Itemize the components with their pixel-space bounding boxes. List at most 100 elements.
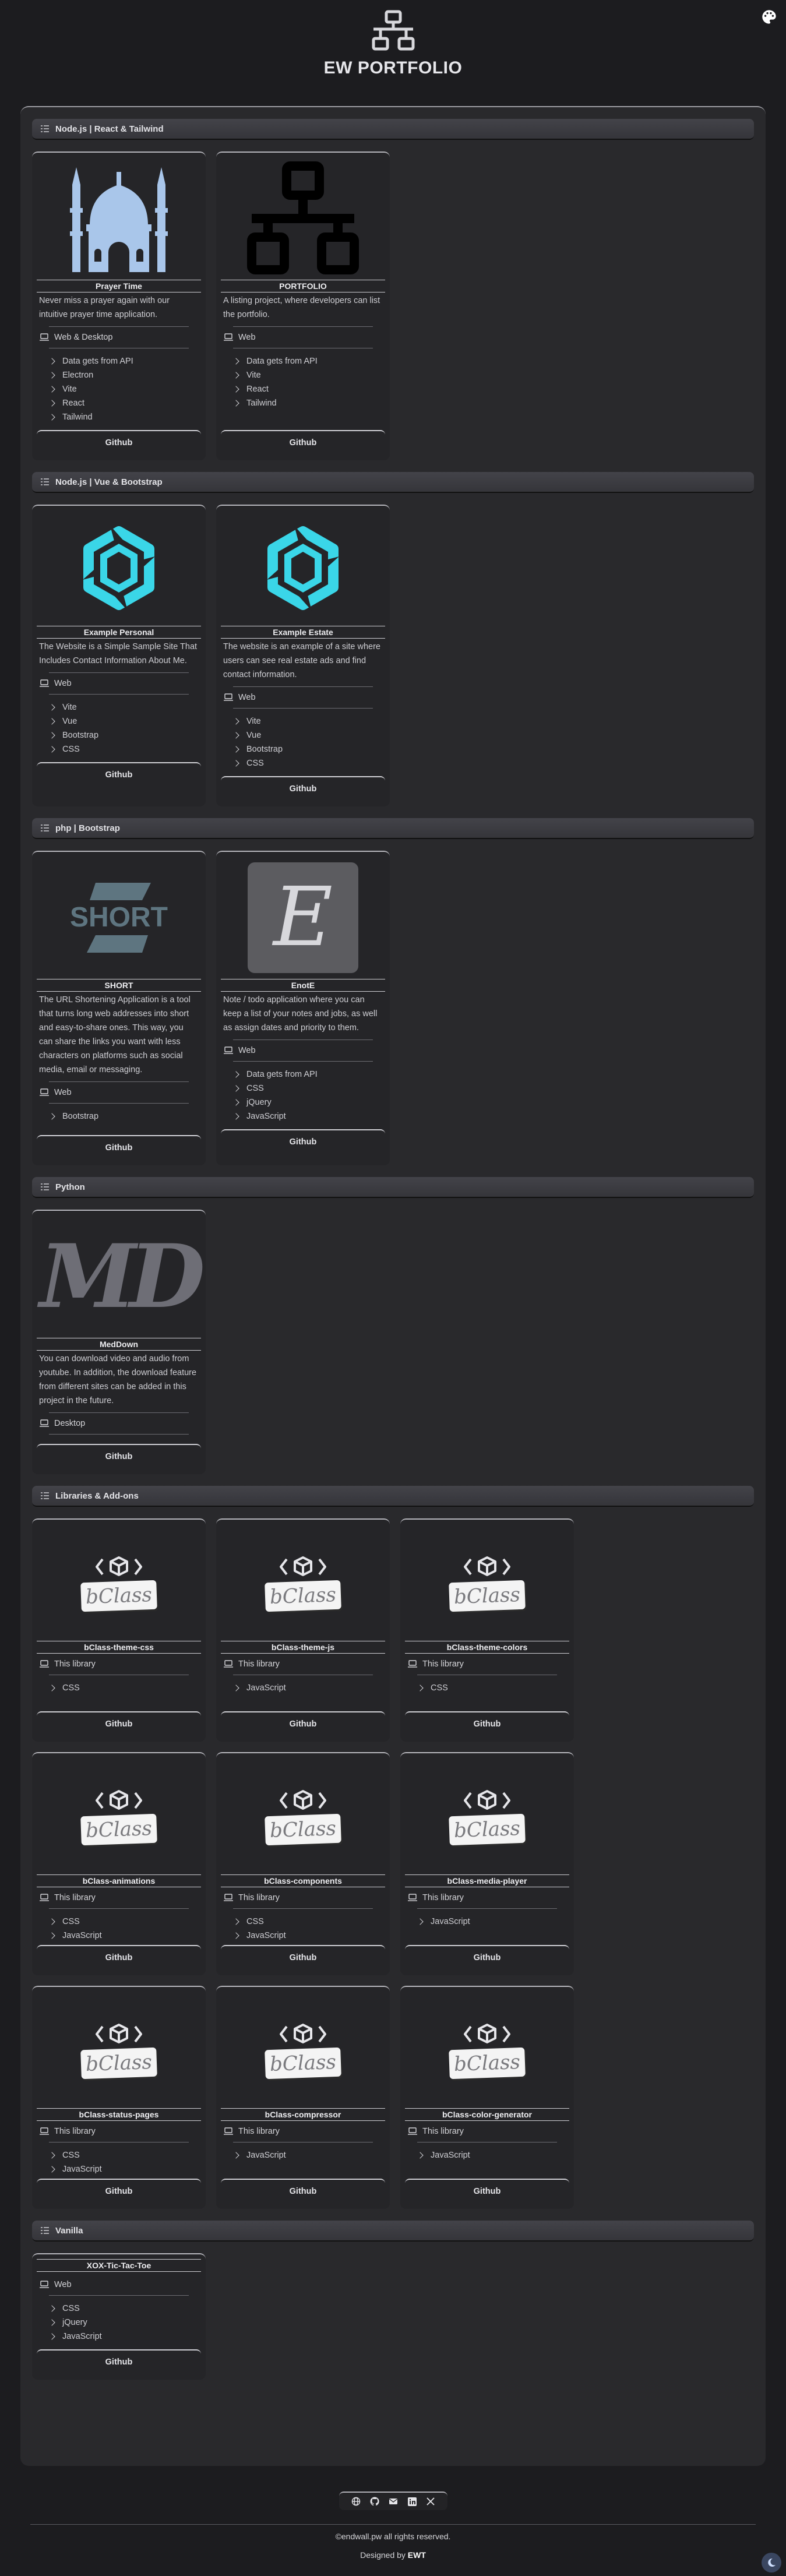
github-link[interactable]: Github: [221, 1711, 385, 1735]
tech-item: Tailwind: [46, 410, 201, 424]
tech-item: React: [230, 382, 385, 396]
library-card: bClass bClass-theme-js This library JavaScr…: [216, 1518, 390, 1742]
platform-label: This library: [54, 1659, 96, 1669]
chevron-right-icon: [48, 400, 55, 407]
github-link[interactable]: Github: [221, 2179, 385, 2202]
section-title: Libraries & Add-ons: [55, 1490, 139, 1501]
x-icon[interactable]: [425, 2496, 436, 2507]
tech-item: JavaScript: [46, 2330, 201, 2344]
project-card-prayer-time: Prayer Time Never miss a prayer again wi…: [32, 151, 206, 460]
github-link[interactable]: Github: [221, 430, 385, 453]
platform-row: This library: [221, 2124, 385, 2138]
platform-row: Web: [221, 1044, 385, 1058]
github-link[interactable]: Github: [37, 1135, 201, 1158]
chevron-right-icon: [232, 1113, 239, 1120]
site-title: EW PORTFOLIO: [323, 58, 463, 77]
chevron-right-icon: [417, 2152, 424, 2159]
chevron-right-icon: [48, 2152, 55, 2159]
github-link[interactable]: Github: [405, 1945, 569, 1968]
site-footer: ©endwall.pw all rights reserved. Designe…: [0, 2485, 786, 2576]
github-link[interactable]: Github: [37, 2349, 201, 2373]
designed-by-text: Designed by EWT: [0, 2550, 786, 2560]
github-icon[interactable]: [369, 2496, 380, 2507]
github-link[interactable]: Github: [37, 2179, 201, 2202]
paint-palette-button[interactable]: [759, 7, 779, 27]
card-description: The URL Shortening Application is a tool…: [39, 995, 191, 1074]
section-header-php-bootstrap: php | Bootstrap: [32, 818, 754, 839]
laptop-icon: [224, 1894, 233, 1901]
bclass-badge: bClass: [265, 2047, 341, 2080]
chevron-right-icon: [417, 1918, 424, 1925]
card-title: bClass-theme-css: [37, 1641, 201, 1654]
platform-label: This library: [238, 1893, 280, 1902]
project-card-xox: XOX-Tic-Tac-Toe Web CSS jQuery JavaScrip…: [32, 2253, 206, 2380]
tech-list: CSS: [405, 1679, 569, 1709]
divider: [49, 2295, 189, 2296]
meddown-logo: MD: [39, 1225, 205, 1328]
laptop-icon: [40, 2281, 49, 2288]
chevron-right-icon: [232, 2152, 239, 2159]
divider: [49, 672, 189, 673]
divider: [49, 694, 189, 695]
platform-row: This library: [37, 1657, 201, 1671]
bclass-badge: bClass: [80, 2047, 157, 2080]
platform-label: This library: [54, 1893, 96, 1902]
card-description: Never miss a prayer again with our intui…: [39, 296, 170, 319]
mosque-icon: [37, 157, 201, 280]
github-link[interactable]: Github: [37, 430, 201, 453]
bclass-logo: bClass: [37, 1992, 201, 2108]
svg-text:SHORT: SHORT: [70, 902, 168, 933]
github-link[interactable]: Github: [405, 2179, 569, 2202]
globe-icon[interactable]: [351, 2496, 361, 2507]
laptop-icon: [224, 1046, 233, 1054]
tech-list: Vite Vue Bootstrap CSS: [37, 698, 201, 756]
chevron-right-icon: [232, 372, 239, 379]
palette-icon: [762, 10, 776, 24]
bclass-badge: bClass: [265, 1580, 341, 1612]
social-links: [339, 2492, 447, 2510]
code-cube-icon: [96, 1556, 142, 1576]
github-link[interactable]: Github: [221, 1129, 385, 1153]
github-link[interactable]: Github: [405, 1711, 569, 1735]
card-title: bClass-components: [221, 1874, 385, 1887]
platform-row: This library: [221, 1657, 385, 1671]
tech-list: CSS JavaScript: [37, 2146, 201, 2176]
bclass-badge: bClass: [449, 2047, 526, 2080]
mail-icon[interactable]: [388, 2496, 399, 2507]
github-link[interactable]: Github: [37, 762, 201, 785]
github-link[interactable]: Github: [221, 776, 385, 799]
card-title: bClass-media-player: [405, 1874, 569, 1887]
github-link[interactable]: Github: [37, 1945, 201, 1968]
portfolio-container: Node.js | React & Tailwind Prayer Time N…: [20, 106, 766, 2466]
chevron-right-icon: [417, 1685, 424, 1692]
chevron-right-icon: [232, 718, 239, 725]
project-grid: SHORT SHORT The URL Shortening Applicati…: [32, 851, 754, 1165]
section-header-vanilla: Vanilla: [32, 2221, 754, 2242]
github-link[interactable]: Github: [37, 1444, 201, 1467]
linkedin-icon[interactable]: [407, 2496, 417, 2507]
tech-list: CSS JavaScript: [221, 1912, 385, 1943]
list-icon: [41, 1183, 49, 1190]
hexagon-logo-icon: [37, 510, 201, 626]
divider: [49, 1103, 189, 1104]
github-link[interactable]: Github: [37, 1711, 201, 1735]
card-description: You can download video and audio from yo…: [39, 1354, 197, 1405]
hexagon-logo-icon: [221, 510, 385, 626]
platform-label: Web: [238, 1046, 256, 1055]
tech-item: Vue: [46, 714, 201, 728]
platform-row: This library: [37, 1891, 201, 1905]
tech-item: Vite: [46, 382, 201, 396]
github-link[interactable]: Github: [221, 1945, 385, 1968]
theme-toggle-button[interactable]: [762, 2553, 781, 2573]
tech-item: CSS: [46, 2302, 201, 2316]
designer-name[interactable]: EWT: [408, 2550, 426, 2560]
bclass-logo: bClass: [37, 1524, 201, 1641]
divider: [233, 1908, 373, 1909]
tech-list: JavaScript: [405, 1912, 569, 1943]
bclass-badge: bClass: [449, 1580, 526, 1612]
card-title: bClass-color-generator: [405, 2108, 569, 2121]
platform-row: Web: [37, 676, 201, 690]
tech-item: JavaScript: [230, 1109, 385, 1123]
tech-item: Bootstrap: [46, 1109, 201, 1123]
project-grid: Example Personal The Website is a Simple…: [32, 505, 754, 806]
